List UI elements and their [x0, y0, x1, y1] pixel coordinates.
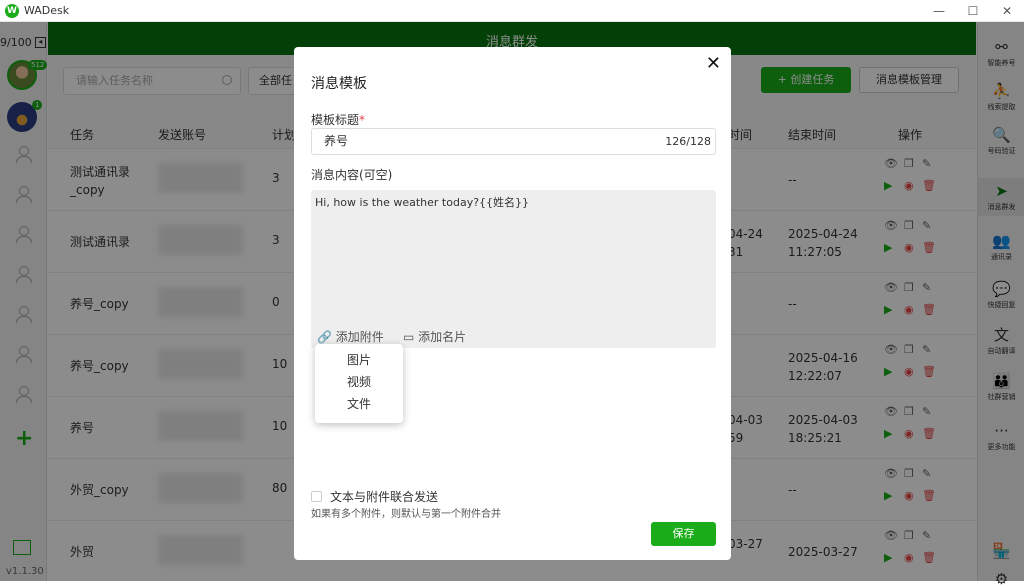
content-label: 消息内容(可空): [311, 168, 393, 182]
message-content-textarea[interactable]: Hi, how is the weather today?{{姓名}} 🔗 添加…: [311, 190, 716, 348]
menu-item-image[interactable]: 图片: [315, 351, 403, 368]
app-logo-icon: W: [5, 3, 19, 18]
minimize-button[interactable]: —: [922, 0, 956, 22]
required-mark: *: [359, 113, 366, 127]
combine-send-label: 文本与附件联合发送: [330, 490, 439, 504]
title-label-text: 模板标题: [311, 113, 360, 127]
title-char-counter: 126/128: [665, 135, 711, 148]
menu-item-file[interactable]: 文件: [315, 395, 403, 412]
combine-hint: 如果有多个附件，则默认与第一个附件合并: [311, 509, 501, 520]
add-attachment-button[interactable]: 🔗 添加附件: [317, 328, 384, 345]
template-title-value: 养号: [324, 134, 349, 148]
close-window-button[interactable]: ✕: [990, 0, 1024, 22]
attachment-type-menu: 图片 视频 文件: [315, 344, 403, 423]
menu-item-video[interactable]: 视频: [315, 373, 403, 390]
save-button[interactable]: 保存: [651, 522, 716, 546]
add-card-button[interactable]: ▭ 添加名片: [403, 328, 466, 345]
combine-send-checkbox[interactable]: [311, 491, 322, 502]
modal-title: 消息模板: [311, 76, 367, 92]
message-content-value: Hi, how is the weather today?{{姓名}}: [315, 196, 530, 209]
title-bar: W WADesk — ☐ ✕: [0, 0, 1024, 22]
template-title-input[interactable]: 养号 126/128: [311, 128, 716, 155]
title-label: 模板标题*: [311, 111, 365, 128]
maximize-button[interactable]: ☐: [956, 0, 990, 22]
template-modal: 消息模板 ✕ 模板标题* 养号 126/128 消息内容(可空) Hi, how…: [294, 47, 731, 560]
app-title: WADesk: [24, 4, 70, 17]
close-icon[interactable]: ✕: [706, 53, 721, 74]
